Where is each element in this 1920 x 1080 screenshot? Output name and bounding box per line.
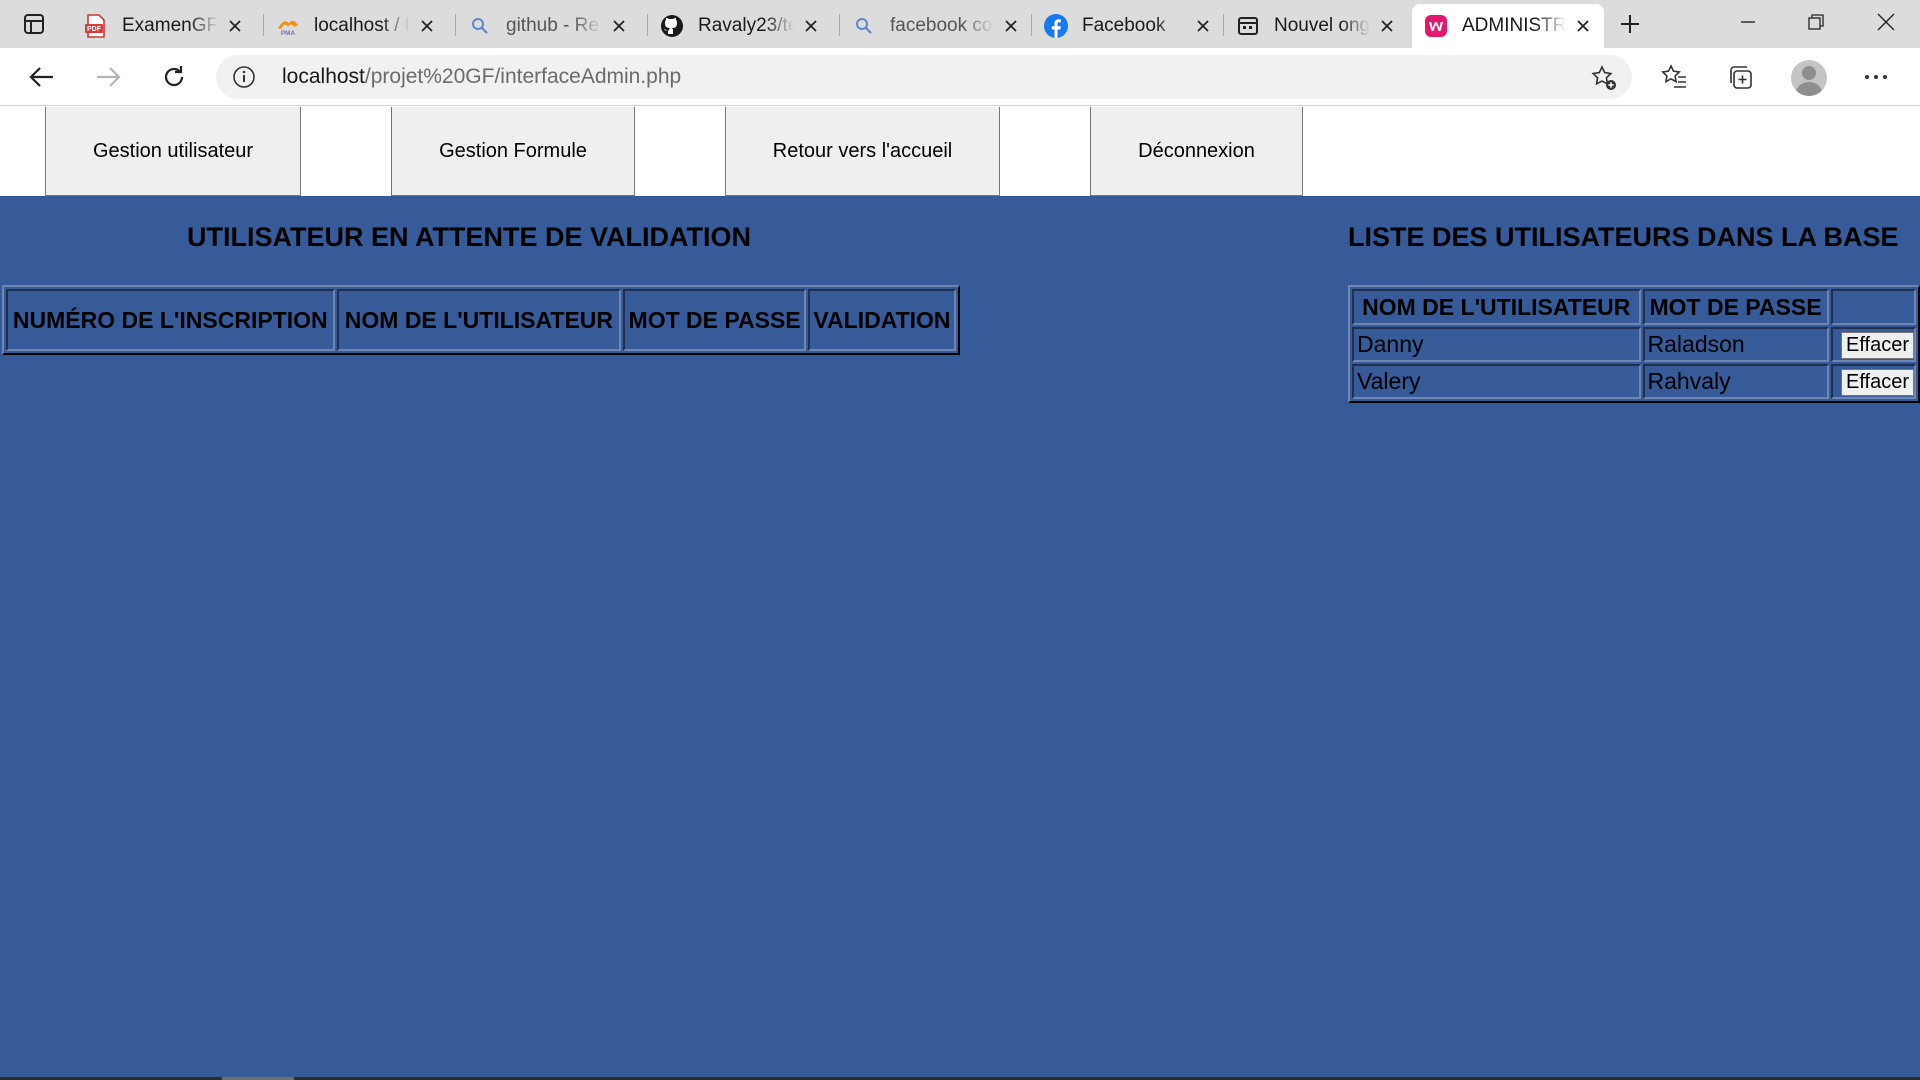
deconnexion-button[interactable]: Déconnexion (1090, 107, 1303, 196)
tab-title: github - Re (506, 15, 599, 36)
browser-tab[interactable]: github - Re (456, 4, 640, 48)
tab-title: ExamenGF2 (122, 15, 218, 36)
effacer-button[interactable]: Effacer (1841, 332, 1914, 359)
close-icon[interactable] (800, 15, 822, 37)
phpmyadmin-icon: PMA (276, 14, 300, 38)
gestion-utilisateur-button[interactable]: Gestion utilisateur (45, 107, 301, 196)
forward-arrow-icon[interactable] (88, 57, 128, 97)
action-cell: Effacer (1830, 327, 1916, 362)
new-tab-icon[interactable] (1610, 8, 1650, 40)
close-icon[interactable] (608, 15, 630, 37)
users-list-table: NOM DE L'UTILISATEUR MOT DE PASSE Danny … (1348, 285, 1920, 403)
restore-icon[interactable] (1782, 0, 1850, 44)
minimize-icon[interactable] (1714, 0, 1782, 44)
tab-title: ADMINISTR (1462, 15, 1566, 36)
browser-toolbar: localhost/projet%20GF/interfaceAdmin.php (0, 48, 1920, 106)
table-row: Valery Rahvaly Effacer (1352, 364, 1916, 399)
close-icon[interactable] (1192, 15, 1214, 37)
user-name-cell: Danny (1352, 327, 1641, 362)
close-icon[interactable] (224, 15, 246, 37)
column-header: VALIDATION (807, 289, 956, 351)
browser-tab[interactable]: facebook co (840, 4, 1032, 48)
column-header: NOM DE L'UTILISATEUR (1352, 289, 1641, 325)
pdf-icon: PDF (84, 14, 108, 38)
table-row: Danny Raladson Effacer (1352, 327, 1916, 362)
retour-accueil-button[interactable]: Retour vers l'accueil (725, 107, 1000, 196)
newtab-icon (1236, 14, 1260, 38)
tab-actions-icon[interactable] (12, 8, 56, 40)
profile-avatar-icon[interactable] (1791, 60, 1827, 96)
tab-title: localhost / l (314, 15, 410, 36)
refresh-icon[interactable] (154, 57, 194, 97)
user-password-cell: Raladson (1642, 327, 1829, 362)
user-password-cell: Rahvaly (1642, 364, 1829, 399)
action-cell: Effacer (1830, 364, 1916, 399)
column-header: NOM DE L'UTILISATEUR (336, 289, 622, 351)
back-arrow-icon[interactable] (22, 57, 62, 97)
pending-users-table: NUMÉRO DE L'INSCRIPTION NOM DE L'UTILISA… (2, 285, 960, 355)
tab-title: facebook co (890, 15, 993, 36)
close-icon[interactable] (416, 15, 438, 37)
search-icon (468, 14, 492, 38)
close-icon[interactable] (1000, 15, 1022, 37)
svg-text:PMA: PMA (281, 30, 296, 37)
column-header: NUMÉRO DE L'INSCRIPTION (6, 289, 335, 351)
pending-users-title: UTILISATEUR EN ATTENTE DE VALIDATION (187, 222, 751, 252)
column-header: MOT DE PASSE (623, 289, 806, 351)
url-text[interactable]: localhost/projet%20GF/interfaceAdmin.php (282, 65, 681, 89)
close-icon[interactable] (1376, 15, 1398, 37)
users-list-title: LISTE DES UTILISATEURS DANS LA BASE (1348, 222, 1899, 252)
tab-title: Ravaly23/te (698, 15, 794, 36)
browser-tab[interactable]: Nouvel ong (1224, 4, 1408, 48)
github-icon (660, 14, 684, 38)
effacer-button[interactable]: Effacer (1841, 369, 1914, 396)
user-name-cell: Valery (1352, 364, 1641, 399)
close-icon[interactable] (1572, 15, 1594, 37)
close-window-icon[interactable] (1852, 0, 1920, 44)
address-bar[interactable]: localhost/projet%20GF/interfaceAdmin.php (216, 55, 1632, 99)
wamp-icon (1424, 14, 1448, 38)
url-host: localhost (282, 65, 365, 88)
svg-text:PDF: PDF (87, 26, 102, 33)
url-path: /projet%20GF/interfaceAdmin.php (364, 65, 682, 88)
browser-tab[interactable]: Facebook (1032, 4, 1224, 48)
column-header: MOT DE PASSE (1642, 289, 1829, 325)
site-info-icon[interactable] (232, 65, 256, 89)
column-header-empty (1830, 289, 1916, 325)
favorites-icon[interactable] (1656, 59, 1692, 95)
table-header-row: NUMÉRO DE L'INSCRIPTION NOM DE L'UTILISA… (6, 289, 956, 351)
browser-tab[interactable]: PDF ExamenGF2 (72, 4, 256, 48)
add-favorite-icon[interactable] (1590, 64, 1618, 92)
facebook-icon (1044, 14, 1068, 38)
table-header-row: NOM DE L'UTILISATEUR MOT DE PASSE (1352, 289, 1916, 325)
browser-tab-bar: PDF ExamenGF2 PMA localhost / l github -… (0, 0, 1920, 48)
browser-tab[interactable]: PMA localhost / l (264, 4, 448, 48)
browser-tab[interactable]: Ravaly23/te (648, 4, 832, 48)
tab-title: Facebook (1082, 15, 1166, 36)
tab-title: Nouvel ong (1274, 15, 1370, 36)
browser-tab-active[interactable]: ADMINISTR (1412, 4, 1604, 48)
admin-nav-bar: Gestion utilisateur Gestion Formule Reto… (0, 107, 1920, 196)
more-options-icon[interactable] (1858, 59, 1894, 95)
admin-page: Gestion utilisateur Gestion Formule Reto… (0, 107, 1920, 1080)
collections-icon[interactable] (1722, 59, 1758, 95)
search-icon (852, 14, 876, 38)
gestion-formule-button[interactable]: Gestion Formule (391, 107, 635, 196)
